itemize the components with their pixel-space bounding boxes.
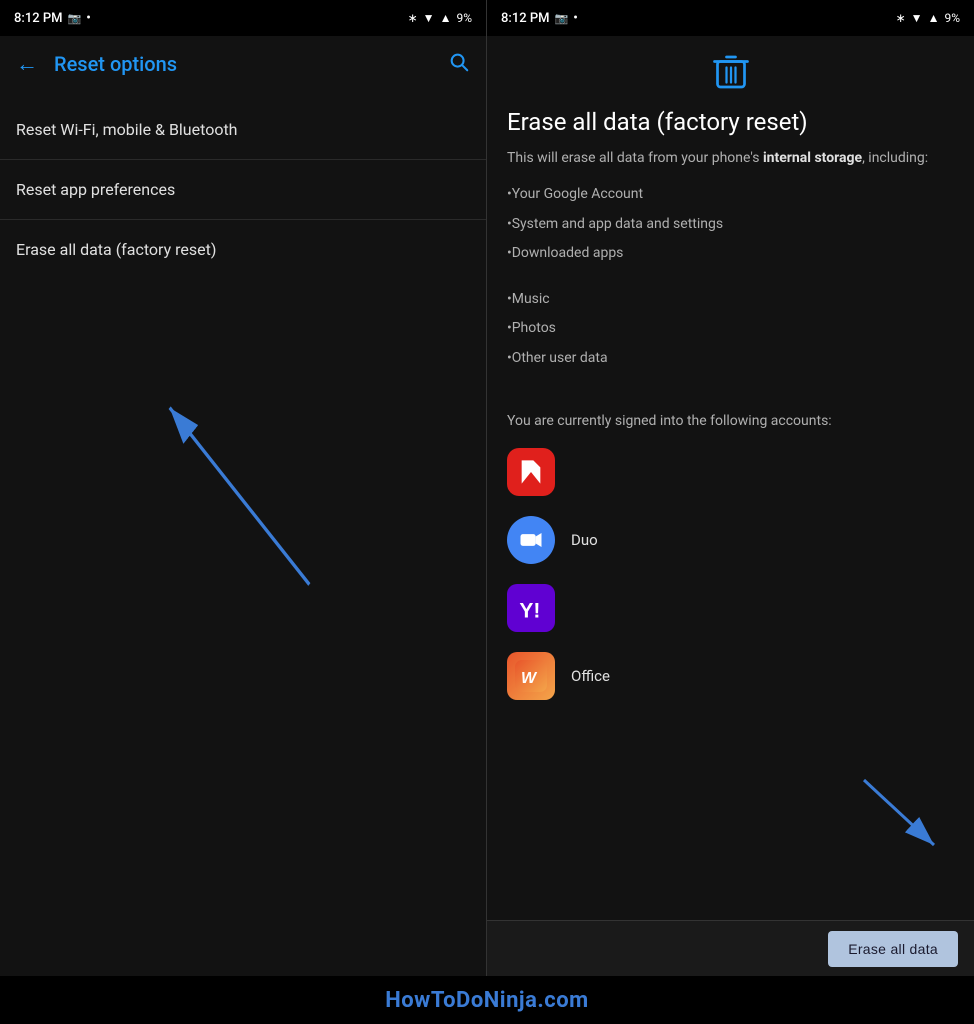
left-screen: 8:12 PM 📷 • ∗ ▼ ▲ 9% ← Reset options bbox=[0, 0, 487, 976]
camera-icon: 📷 bbox=[68, 12, 82, 25]
right-wifi-icon: ▼ bbox=[911, 11, 923, 25]
svg-text:Y!: Y! bbox=[519, 599, 540, 622]
account-yahoo: Y! bbox=[507, 584, 954, 632]
trash-icon bbox=[713, 52, 749, 92]
menu-item-wifi[interactable]: Reset Wi-Fi, mobile & Bluetooth bbox=[0, 100, 486, 160]
left-top-bar: ← Reset options bbox=[0, 36, 486, 92]
back-button[interactable]: ← bbox=[16, 51, 38, 77]
office-label: Office bbox=[571, 667, 610, 685]
factory-reset-title: Erase all data (factory reset) bbox=[507, 108, 954, 136]
left-time: 8:12 PM 📷 • bbox=[14, 11, 91, 26]
right-screen: 8:12 PM 📷 • ∗ ▼ ▲ 9% bbox=[487, 0, 974, 976]
account-adobe bbox=[507, 448, 954, 496]
svg-text:W: W bbox=[521, 670, 538, 687]
menu-list: Reset Wi-Fi, mobile & Bluetooth Reset ap… bbox=[0, 92, 486, 279]
left-status-bar: 8:12 PM 📷 • ∗ ▼ ▲ 9% bbox=[0, 0, 486, 36]
right-content-area: Erase all data (factory reset) This will… bbox=[487, 36, 974, 796]
bullet-5: •Other user data bbox=[507, 349, 954, 369]
accounts-text: You are currently signed into the follow… bbox=[507, 411, 954, 432]
right-time: 8:12 PM 📷 • bbox=[501, 11, 578, 26]
bottom-action-bar: Erase all data bbox=[487, 920, 974, 976]
adobe-icon bbox=[507, 448, 555, 496]
right-time-value: 8:12 PM bbox=[501, 11, 550, 26]
bullet-0: •Your Google Account bbox=[507, 185, 954, 205]
watermark-text: HowToDoNinja.com bbox=[385, 988, 589, 1013]
right-battery: 9% bbox=[944, 11, 960, 25]
left-battery: 9% bbox=[456, 11, 472, 25]
bullet-1: •System and app data and settings bbox=[507, 215, 954, 235]
office-icon: W bbox=[507, 652, 555, 700]
bullet-list: •Your Google Account •System and app dat… bbox=[507, 185, 954, 369]
right-status-bar: 8:12 PM 📷 • ∗ ▼ ▲ 9% bbox=[487, 0, 974, 36]
account-office: W Office bbox=[507, 652, 954, 700]
footer-watermark: HowToDoNinja.com bbox=[0, 976, 974, 1024]
right-bluetooth-icon: ∗ bbox=[896, 11, 906, 25]
left-status-icons: ∗ ▼ ▲ 9% bbox=[408, 11, 472, 25]
bottom-spacer bbox=[507, 720, 954, 780]
bullet-3: •Music bbox=[507, 290, 954, 310]
erase-all-data-button[interactable]: Erase all data bbox=[828, 931, 958, 967]
wifi-icon: ▼ bbox=[423, 11, 435, 25]
account-duo: Duo bbox=[507, 516, 954, 564]
right-dot-indicator: • bbox=[573, 11, 578, 26]
bullet-4: •Photos bbox=[507, 319, 954, 339]
duo-icon bbox=[507, 516, 555, 564]
desc-bold: internal storage bbox=[763, 150, 862, 166]
trash-icon-wrapper bbox=[507, 52, 954, 96]
signal-icon: ▲ bbox=[440, 11, 452, 25]
right-camera-icon: 📷 bbox=[555, 12, 569, 25]
page-title: Reset options bbox=[54, 52, 432, 76]
left-time-value: 8:12 PM bbox=[14, 11, 63, 26]
dot-indicator: • bbox=[86, 11, 91, 26]
desc-suffix: , including: bbox=[862, 150, 928, 166]
right-scroll-area[interactable]: Erase all data (factory reset) This will… bbox=[487, 36, 974, 920]
menu-item-app-prefs[interactable]: Reset app preferences bbox=[0, 160, 486, 220]
search-button[interactable] bbox=[448, 51, 470, 78]
yahoo-icon: Y! bbox=[507, 584, 555, 632]
right-signal-icon: ▲ bbox=[928, 11, 940, 25]
desc-plain: This will erase all data from your phone… bbox=[507, 150, 763, 166]
bluetooth-icon: ∗ bbox=[408, 11, 418, 25]
duo-label: Duo bbox=[571, 531, 598, 549]
factory-reset-description: This will erase all data from your phone… bbox=[507, 148, 954, 169]
menu-item-factory-reset[interactable]: Erase all data (factory reset) bbox=[0, 220, 486, 279]
right-status-icons: ∗ ▼ ▲ 9% bbox=[896, 11, 960, 25]
bullet-2: •Downloaded apps bbox=[507, 244, 954, 264]
